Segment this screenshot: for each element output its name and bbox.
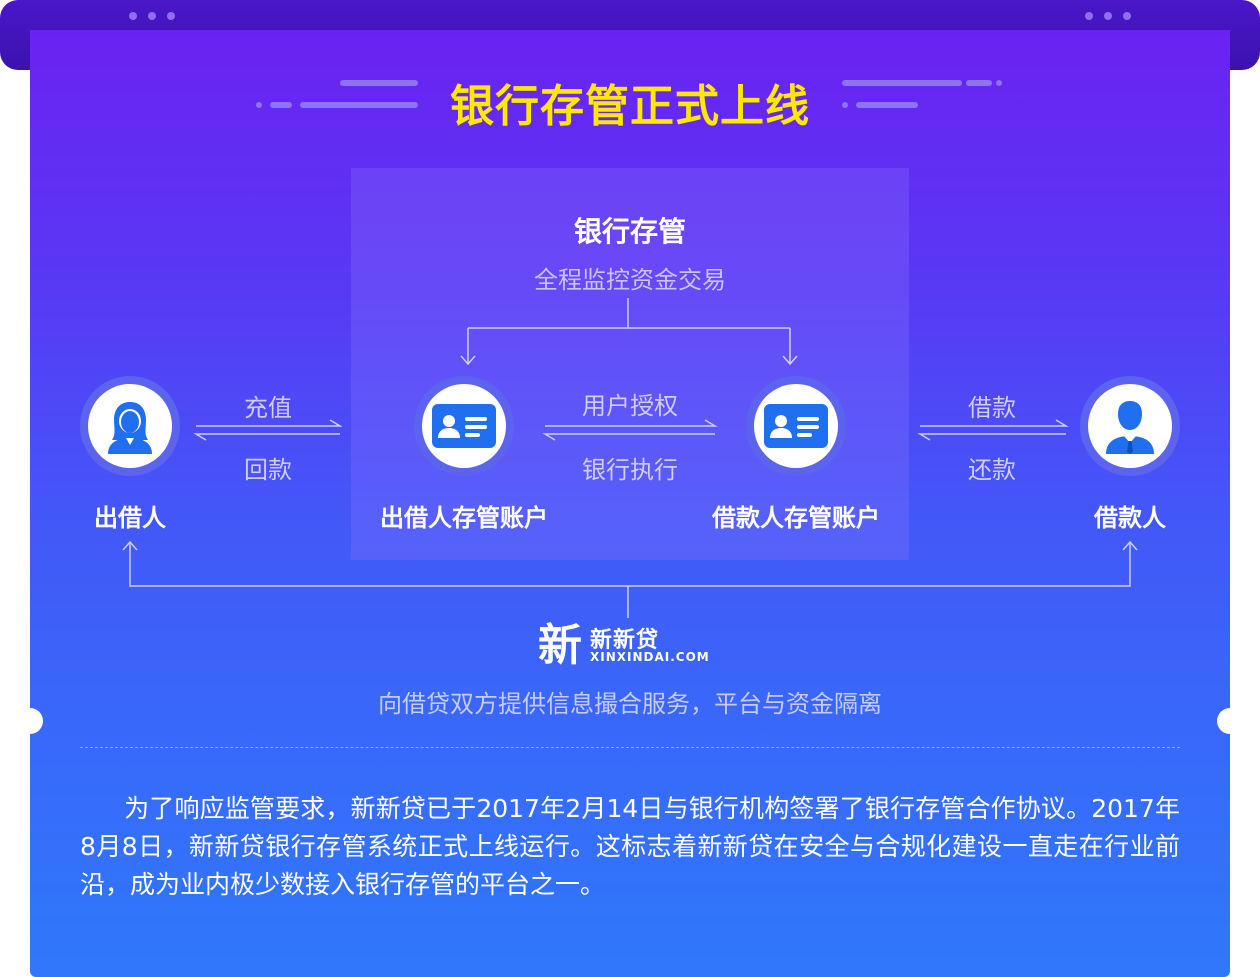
platform-slogan: 向借贷双方提供信息撮合服务，平台与资金隔离	[378, 690, 882, 718]
borrower-account-label: 借款人存管账户	[712, 504, 880, 532]
lender-label: 出借人	[94, 504, 166, 532]
divider	[80, 747, 1180, 748]
id-card-icon	[432, 404, 496, 448]
description-text: 为了响应监管要求，新新贷已于2017年2月14日与银行机构签署了银行存管合作协议…	[80, 794, 1180, 899]
ticket-notch-right	[1217, 708, 1243, 734]
flow-label-repay: 还款	[968, 456, 1016, 484]
arrow-bank-execute	[542, 433, 715, 441]
description-paragraph: 为了响应监管要求，新新贷已于2017年2月14日与银行机构签署了银行存管合作协议…	[80, 790, 1180, 904]
arrow-repay-to-lender	[193, 433, 340, 441]
borrower-avatar	[1080, 376, 1180, 476]
platform-bracket	[129, 542, 1131, 587]
flow-label-loan: 借款	[968, 394, 1016, 422]
female-user-icon	[108, 402, 152, 454]
arrow-repay	[917, 433, 1066, 441]
flow-label-recharge: 充值	[244, 394, 292, 422]
lender-account-avatar	[414, 376, 514, 476]
window-dots-left	[129, 12, 175, 20]
flow-label-repay-to-lender: 回款	[244, 456, 292, 484]
borrower-label: 借款人	[1094, 504, 1166, 532]
logo-char-icon: 新	[538, 620, 582, 671]
male-user-icon	[1106, 401, 1154, 454]
lender-account-label: 出借人存管账户	[380, 504, 548, 532]
flow-label-authorize: 用户授权	[582, 392, 678, 420]
platform-domain: XINXINDAI.COM	[590, 650, 710, 664]
borrower-account-avatar	[746, 376, 846, 476]
main-panel: 银行存管正式上线 银行存管 全程监控资金交易 充值 回款 用户授权 银行执行 借…	[30, 30, 1230, 977]
window-dots-right	[1085, 12, 1131, 20]
id-card-icon	[764, 404, 828, 448]
lender-avatar	[80, 376, 180, 476]
flow-label-bank-execute: 银行执行	[582, 456, 678, 484]
platform-logo: 新 新新贷 XINXINDAI.COM	[538, 620, 738, 676]
ticket-notch-left	[17, 708, 43, 734]
